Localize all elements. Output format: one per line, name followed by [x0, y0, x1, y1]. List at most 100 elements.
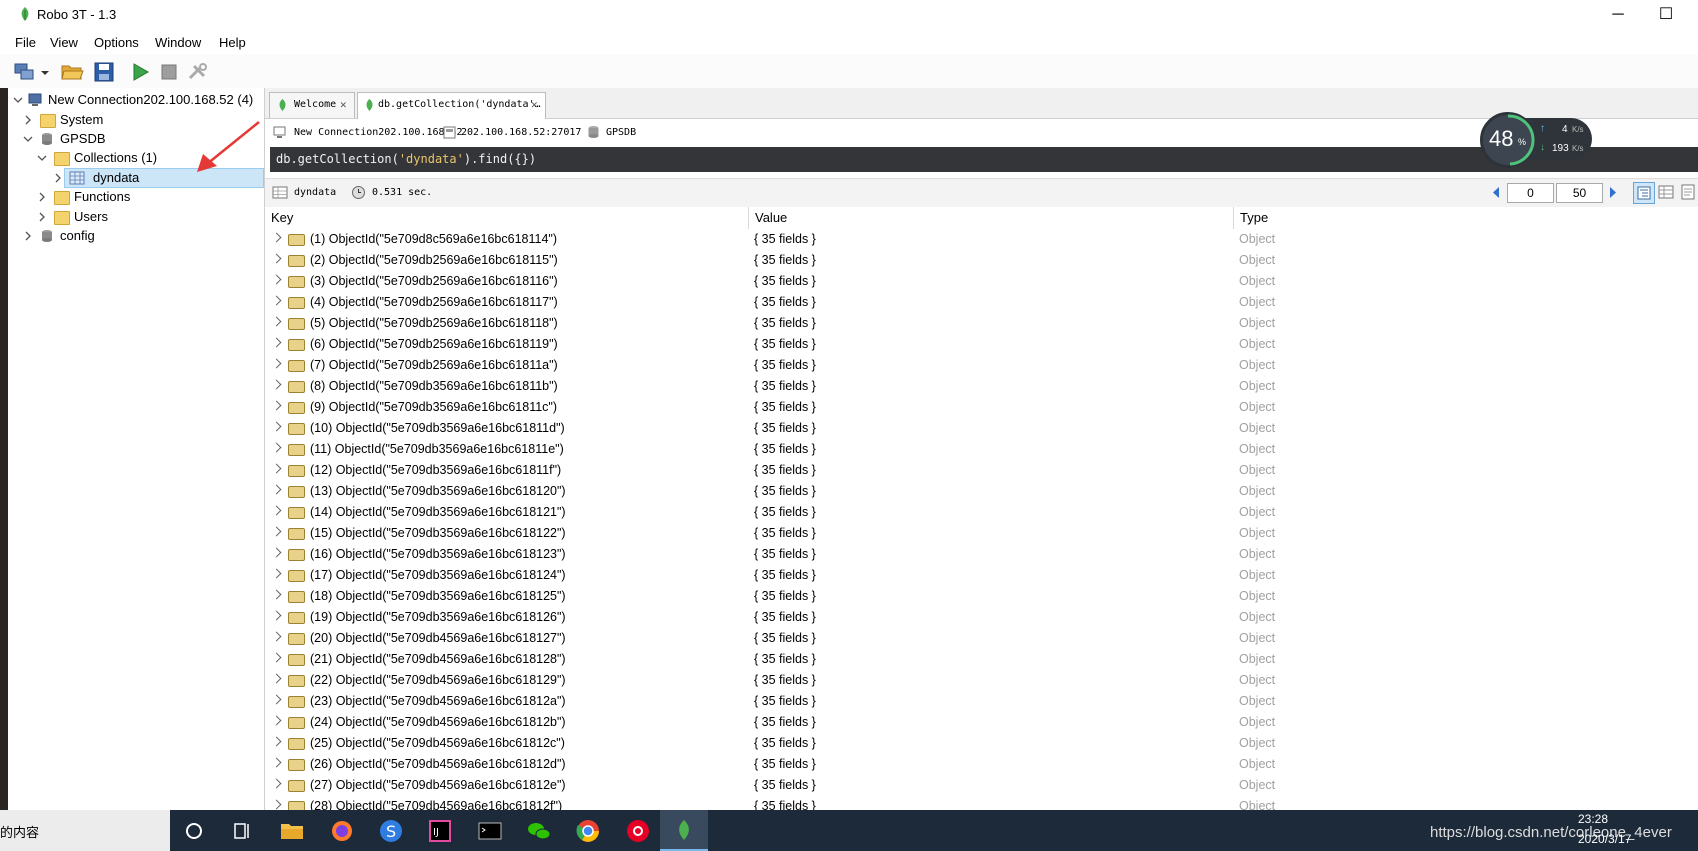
menu-help[interactable]: Help — [219, 35, 246, 50]
netease-music-icon[interactable] — [622, 815, 654, 847]
chevron-right-icon[interactable] — [271, 274, 282, 285]
chevron-right-icon[interactable] — [271, 547, 282, 558]
query-text[interactable]: db.getCollection('dyndata').find({}) — [276, 147, 536, 172]
table-row[interactable]: (5) ObjectId("5e709db2569a6e16bc618118")… — [265, 313, 1698, 334]
table-row[interactable]: (27) ObjectId("5e709db4569a6e16bc61812e"… — [265, 775, 1698, 796]
chevron-right-icon[interactable] — [37, 192, 47, 202]
table-row[interactable]: (14) ObjectId("5e709db3569a6e16bc618121"… — [265, 502, 1698, 523]
menu-file[interactable]: File — [15, 35, 36, 50]
table-row[interactable]: (15) ObjectId("5e709db3569a6e16bc618122"… — [265, 523, 1698, 544]
chevron-right-icon[interactable] — [271, 526, 282, 537]
table-row[interactable]: (23) ObjectId("5e709db4569a6e16bc61812a"… — [265, 691, 1698, 712]
table-row[interactable]: (13) ObjectId("5e709db3569a6e16bc618120"… — [265, 481, 1698, 502]
table-row[interactable]: (8) ObjectId("5e709db3569a6e16bc61811b")… — [265, 376, 1698, 397]
close-icon[interactable]: ✕ — [340, 93, 347, 117]
skip-input[interactable]: 0 — [1507, 183, 1554, 203]
table-row[interactable]: (1) ObjectId("5e709d8c569a6e16bc618114")… — [265, 229, 1698, 250]
table-row[interactable]: (18) ObjectId("5e709db3569a6e16bc618125"… — [265, 586, 1698, 607]
table-row[interactable]: (26) ObjectId("5e709db4569a6e16bc61812d"… — [265, 754, 1698, 775]
chevron-right-icon[interactable] — [271, 358, 282, 369]
chrome-icon[interactable] — [572, 815, 604, 847]
execute-icon[interactable] — [128, 60, 152, 84]
tree-functions[interactable]: Functions — [8, 187, 264, 207]
text-view-icon[interactable] — [1679, 183, 1697, 201]
close-icon[interactable]: ✕ — [531, 93, 538, 117]
column-header-type[interactable]: Type — [1234, 207, 1698, 229]
chevron-right-icon[interactable] — [53, 173, 63, 183]
tree-users[interactable]: Users — [8, 207, 264, 227]
stop-icon[interactable] — [157, 60, 181, 84]
chevron-right-icon[interactable] — [271, 589, 282, 600]
cortana-icon[interactable] — [178, 815, 210, 847]
chevron-right-icon[interactable] — [271, 652, 282, 663]
open-folder-icon[interactable] — [60, 60, 84, 84]
tree-view-button[interactable] — [1633, 182, 1655, 204]
table-row[interactable]: (7) ObjectId("5e709db2569a6e16bc61811a")… — [265, 355, 1698, 376]
chevron-right-icon[interactable] — [271, 736, 282, 747]
table-row[interactable]: (6) ObjectId("5e709db2569a6e16bc618119")… — [265, 334, 1698, 355]
menu-options[interactable]: Options — [94, 35, 139, 50]
tools-icon[interactable] — [186, 60, 210, 84]
table-row[interactable]: (2) ObjectId("5e709db2569a6e16bc618115")… — [265, 250, 1698, 271]
chevron-right-icon[interactable] — [271, 631, 282, 642]
chevron-right-icon[interactable] — [271, 379, 282, 390]
wechat-icon[interactable] — [523, 815, 555, 847]
tree-connection[interactable]: New Connection202.100.168.52 (4) — [8, 90, 264, 110]
table-row[interactable]: (10) ObjectId("5e709db3569a6e16bc61811d"… — [265, 418, 1698, 439]
chevron-right-icon[interactable] — [271, 778, 282, 789]
chevron-down-icon[interactable] — [23, 134, 33, 144]
chevron-right-icon[interactable] — [271, 694, 282, 705]
chevron-right-icon[interactable] — [271, 505, 282, 516]
chevron-right-icon[interactable] — [271, 463, 282, 474]
table-row[interactable]: (24) ObjectId("5e709db4569a6e16bc61812b"… — [265, 712, 1698, 733]
chevron-right-icon[interactable] — [271, 295, 282, 306]
table-row[interactable]: (4) ObjectId("5e709db2569a6e16bc618117")… — [265, 292, 1698, 313]
chevron-right-icon[interactable] — [271, 316, 282, 327]
column-header-value[interactable]: Value — [749, 207, 1234, 229]
chevron-right-icon[interactable] — [271, 421, 282, 432]
chevron-right-icon[interactable] — [271, 568, 282, 579]
table-row[interactable]: (9) ObjectId("5e709db3569a6e16bc61811c")… — [265, 397, 1698, 418]
save-icon[interactable] — [92, 60, 116, 84]
taskbar-robo3t-active[interactable] — [660, 810, 708, 851]
table-view-icon[interactable] — [1657, 183, 1675, 201]
menu-view[interactable]: View — [50, 35, 78, 50]
chevron-right-icon[interactable] — [271, 253, 282, 264]
tab-welcome[interactable]: Welcome ✕ — [269, 92, 355, 118]
chevron-right-icon[interactable] — [37, 212, 47, 222]
chevron-right-icon[interactable] — [271, 484, 282, 495]
connect-icon[interactable] — [12, 60, 36, 84]
chevron-right-icon[interactable] — [271, 673, 282, 684]
table-row[interactable]: (11) ObjectId("5e709db3569a6e16bc61811e"… — [265, 439, 1698, 460]
table-row[interactable]: (3) ObjectId("5e709db2569a6e16bc618116")… — [265, 271, 1698, 292]
file-explorer-icon[interactable] — [276, 815, 308, 847]
limit-input[interactable]: 50 — [1556, 183, 1603, 203]
page-next-icon[interactable] — [1608, 186, 1618, 199]
page-prev-icon[interactable] — [1491, 186, 1501, 199]
table-row[interactable]: (22) ObjectId("5e709db4569a6e16bc618129"… — [265, 670, 1698, 691]
taskbar-search[interactable]: 的内容 — [0, 810, 170, 851]
tab-query[interactable]: db.getCollection('dyndata'… ✕ — [357, 92, 546, 119]
chevron-right-icon[interactable] — [271, 337, 282, 348]
minimize-button[interactable]: ─ — [1598, 2, 1638, 28]
terminal-icon[interactable] — [474, 815, 506, 847]
tree-db-config[interactable]: config — [8, 226, 264, 246]
task-view-icon[interactable] — [226, 815, 258, 847]
maximize-button[interactable]: ☐ — [1646, 2, 1686, 28]
chevron-right-icon[interactable] — [271, 610, 282, 621]
table-row[interactable]: (17) ObjectId("5e709db3569a6e16bc618124"… — [265, 565, 1698, 586]
table-row[interactable]: (19) ObjectId("5e709db3569a6e16bc618126"… — [265, 607, 1698, 628]
chevron-right-icon[interactable] — [271, 400, 282, 411]
chevron-down-icon[interactable] — [37, 153, 47, 163]
chevron-right-icon[interactable] — [23, 115, 33, 125]
chevron-down-icon[interactable] — [38, 60, 52, 84]
chevron-right-icon[interactable] — [23, 231, 33, 241]
chevron-down-icon[interactable] — [13, 95, 23, 105]
chevron-right-icon[interactable] — [271, 442, 282, 453]
chevron-right-icon[interactable] — [271, 715, 282, 726]
sogou-icon[interactable]: S — [375, 815, 407, 847]
table-row[interactable]: (12) ObjectId("5e709db3569a6e16bc61811f"… — [265, 460, 1698, 481]
table-row[interactable]: (21) ObjectId("5e709db4569a6e16bc618128"… — [265, 649, 1698, 670]
chevron-right-icon[interactable] — [271, 232, 282, 243]
intellij-icon[interactable]: IJ — [424, 815, 456, 847]
